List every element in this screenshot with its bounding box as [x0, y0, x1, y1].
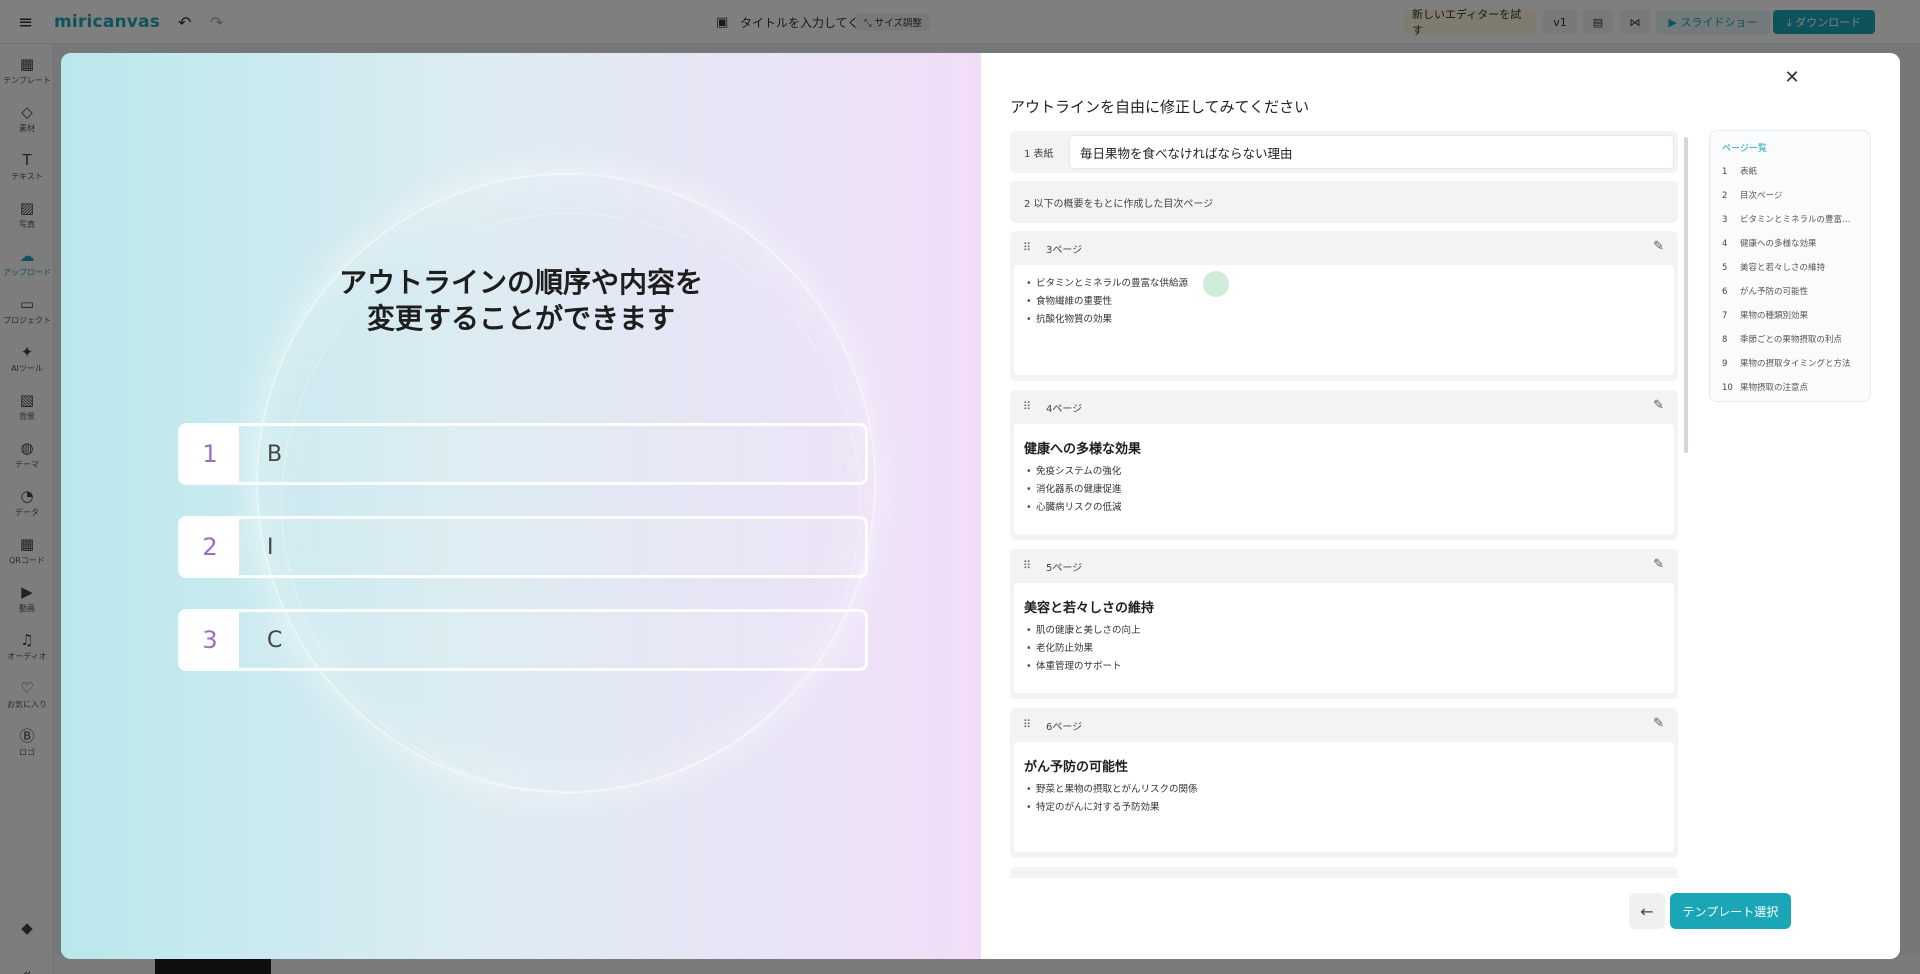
- card-body[interactable]: 美容と若々しさの維持 肌の健康と美しさの向上 老化防止効果 体重管理のサポート: [1014, 583, 1674, 693]
- list-item: 抗酸化物質の効果: [1024, 311, 1664, 329]
- demo-row-number: 1: [181, 426, 239, 482]
- card-header: ⠿ 6ページ ✎: [1010, 708, 1678, 742]
- card-page-label: 5ページ: [1046, 562, 1083, 574]
- edit-icon[interactable]: ✎: [1653, 557, 1664, 572]
- cover-title-input[interactable]: 毎日果物を食べなければならない理由: [1069, 135, 1674, 169]
- demo-outline-row: 3 C: [178, 609, 868, 671]
- demo-row-text: C: [267, 627, 283, 653]
- outline-card[interactable]: ⠿ 4ページ ✎ 健康への多様な効果 免疫システムの強化 消化器系の健康促進 心…: [1010, 390, 1678, 540]
- page-list-item[interactable]: 2 目次ページ: [1722, 184, 1858, 208]
- template-select-button[interactable]: テンプレート選択: [1670, 893, 1791, 929]
- back-arrow-icon[interactable]: ←: [1629, 893, 1665, 929]
- outline-modal: アウトラインの順序や内容を 変更することができます 1 B 2 I 3 C ✕ …: [61, 53, 1900, 959]
- card-body[interactable]: がん予防の可能性 野菜と果物の摂取とがんリスクの関係 特定のがんに対する予防効果: [1014, 742, 1674, 852]
- edit-icon[interactable]: ✎: [1653, 398, 1664, 413]
- card-bullets: 免疫システムの強化 消化器系の健康促進 心臓病リスクの低減: [1024, 463, 1664, 517]
- card-header: ⠿ 5ページ ✎: [1010, 549, 1678, 583]
- page-list-item[interactable]: 5 美容と若々しさの維持: [1722, 256, 1858, 280]
- page-list-item[interactable]: 3 ビタミンとミネラルの豊富な...: [1722, 208, 1858, 232]
- drag-handle-icon[interactable]: ⠿: [1023, 400, 1031, 413]
- list-item: 心臓病リスクの低減: [1024, 499, 1664, 517]
- outline-card[interactable]: ⠿ 6ページ ✎ がん予防の可能性 野菜と果物の摂取とがんリスクの関係 特定のが…: [1010, 708, 1678, 858]
- card-page-label: 6ページ: [1046, 721, 1083, 733]
- list-item: 免疫システムの強化: [1024, 463, 1664, 481]
- page-list-item[interactable]: 7 果物の種類別効果: [1722, 304, 1858, 328]
- list-item: 消化器系の健康促進: [1024, 481, 1664, 499]
- close-icon[interactable]: ✕: [1780, 65, 1804, 89]
- list-item: ビタミンとミネラルの豊富な供給源: [1024, 275, 1664, 293]
- page-list-item[interactable]: 10 果物摂取の注意点: [1722, 376, 1858, 400]
- page-list-item[interactable]: 4 健康への多様な効果: [1722, 232, 1858, 256]
- card-body[interactable]: 健康への多様な効果 免疫システムの強化 消化器系の健康促進 心臓病リスクの低減: [1014, 424, 1674, 534]
- list-item: 食物繊維の重要性: [1024, 293, 1664, 311]
- card-body[interactable]: ビタミンとミネラルの豊富な供給源 食物繊維の重要性 抗酸化物質の効果: [1014, 265, 1674, 375]
- outline-card[interactable]: ⠿ 3ページ ✎ ビタミンとミネラルの豊富な供給源 食物繊維の重要性 抗酸化物質…: [1010, 231, 1678, 381]
- page-list-item[interactable]: 1 表紙: [1722, 160, 1858, 184]
- outline-editor-pane: ✕ アウトラインを自由に修正してみてください 1 表紙 毎日果物を食べなければな…: [981, 53, 1900, 959]
- page-list-item[interactable]: 8 季節ごとの果物摂取の利点: [1722, 328, 1858, 352]
- demo-row-text: I: [267, 534, 274, 560]
- outline-toc-row: 2 以下の概要をもとに作成した目次ページ: [1010, 181, 1678, 223]
- editor-title: アウトラインを自由に修正してみてください: [1010, 98, 1310, 116]
- list-item: 体重管理のサポート: [1024, 658, 1664, 676]
- drag-handle-icon[interactable]: ⠿: [1023, 241, 1031, 254]
- guide-heading: アウトラインの順序や内容を 変更することができます: [338, 266, 703, 335]
- page-list-item[interactable]: 9 果物の摂取タイミングと方法: [1722, 352, 1858, 376]
- card-page-label: 4ページ: [1046, 403, 1083, 415]
- card-heading: がん予防の可能性: [1024, 760, 1129, 775]
- demo-outline-row: 1 B: [178, 423, 868, 485]
- outline-card[interactable]: [1010, 867, 1678, 878]
- demo-row-text: B: [267, 441, 283, 467]
- page-list-title: ページ一覧: [1722, 144, 1767, 154]
- page-list-item[interactable]: 6 がん予防の可能性: [1722, 280, 1858, 304]
- list-item: 野菜と果物の摂取とがんリスクの関係: [1024, 781, 1664, 799]
- list-item: 特定のがんに対する予防効果: [1024, 799, 1664, 817]
- list-item: 肌の健康と美しさの向上: [1024, 622, 1664, 640]
- edit-icon[interactable]: ✎: [1653, 239, 1664, 254]
- card-bullets: 野菜と果物の摂取とがんリスクの関係 特定のがんに対する予防効果: [1024, 781, 1664, 817]
- card-header: ⠿ 4ページ ✎: [1010, 390, 1678, 424]
- drag-handle-icon[interactable]: ⠿: [1023, 559, 1031, 572]
- demo-outline-row: 2 I: [178, 516, 868, 578]
- demo-row-number: 2: [181, 519, 239, 575]
- drag-handle-icon[interactable]: ⠿: [1023, 718, 1031, 731]
- card-heading: 美容と若々しさの維持: [1024, 601, 1155, 616]
- card-page-label: 3ページ: [1046, 244, 1083, 256]
- outline-card[interactable]: ⠿ 5ページ ✎ 美容と若々しさの維持 肌の健康と美しさの向上 老化防止効果 体…: [1010, 549, 1678, 699]
- card-heading: 健康への多様な効果: [1024, 442, 1142, 457]
- list-item: 老化防止効果: [1024, 640, 1664, 658]
- outline-scrollbar[interactable]: [1684, 137, 1688, 453]
- cursor-highlight: [1203, 271, 1229, 297]
- outline-list[interactable]: 1 表紙 毎日果物を食べなければならない理由 2 以下の概要をもとに作成した目次…: [1010, 131, 1678, 878]
- demo-row-number: 3: [181, 612, 239, 668]
- outline-cover-row: 1 表紙 毎日果物を食べなければならない理由: [1010, 131, 1678, 173]
- page-list-panel: ページ一覧 1 表紙 2 目次ページ 3 ビタミンとミネラルの豊富な... 4 健康への…: [1709, 130, 1871, 402]
- card-bullets: 肌の健康と美しさの向上 老化防止効果 体重管理のサポート: [1024, 622, 1664, 676]
- guide-pane: アウトラインの順序や内容を 変更することができます 1 B 2 I 3 C: [61, 53, 981, 959]
- cover-label: 1 表紙: [1024, 148, 1054, 160]
- edit-icon[interactable]: ✎: [1653, 716, 1664, 731]
- card-bullets: ビタミンとミネラルの豊富な供給源 食物繊維の重要性 抗酸化物質の効果: [1024, 275, 1664, 329]
- card-header: ⠿ 3ページ ✎: [1010, 231, 1678, 265]
